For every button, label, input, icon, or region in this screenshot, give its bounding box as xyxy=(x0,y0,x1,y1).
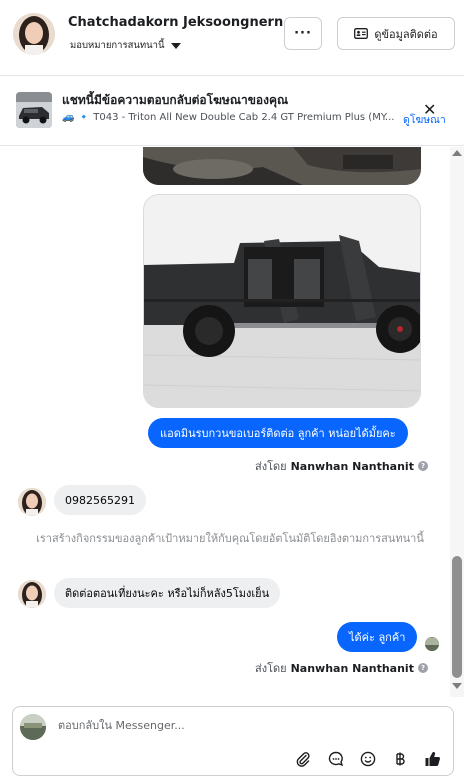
reply-input[interactable] xyxy=(58,719,418,732)
scroll-down-icon[interactable] xyxy=(452,683,462,689)
sent-by-prefix: ส่งโดย xyxy=(255,662,287,675)
info-icon[interactable]: ? xyxy=(417,663,428,673)
more-options-button[interactable]: ··· xyxy=(284,17,322,50)
assign-conversation-dropdown[interactable]: มอบหมายการสนทนานี้ xyxy=(70,38,181,53)
view-ad-link[interactable]: ดูโฆษณา xyxy=(403,111,446,128)
message-image-truck[interactable] xyxy=(143,194,421,408)
message-text: 0982565291 xyxy=(65,493,135,507)
caret-down-icon xyxy=(170,42,181,49)
assign-label: มอบหมายการสนทนานี้ xyxy=(70,40,165,51)
sent-by-label: ส่งโดย Nanwhan Nanthanit ? xyxy=(255,659,428,677)
chat-bubble-icon[interactable] xyxy=(325,748,347,770)
contact-avatar[interactable] xyxy=(13,13,55,55)
system-notice: เราสร้างกิจกรรมของลูกค้าเป้าหมายให้กับคุ… xyxy=(36,532,424,545)
customer-avatar[interactable] xyxy=(18,488,46,516)
thumbs-up-icon[interactable] xyxy=(421,748,443,770)
paperclip-icon[interactable] xyxy=(292,748,314,770)
incoming-message[interactable]: 0982565291 xyxy=(54,485,146,515)
outgoing-message[interactable]: ได้ค่ะ ลูกค้า xyxy=(337,622,418,652)
message-composer xyxy=(12,706,454,776)
ad-banner-title: แชทนี้มีข้อความตอบกลับต่อโฆษณาของคุณ xyxy=(62,93,289,107)
outgoing-message[interactable]: แอดมินรบกวนขอเบอร์ติดต่อ ลูกค้า หน่อยได้… xyxy=(148,418,408,448)
info-icon[interactable]: ? xyxy=(417,461,428,471)
scroll-up-icon[interactable] xyxy=(452,150,462,156)
conversation-header: Chatchadakorn Jeksoongnern มอบหมายการสนท… xyxy=(0,0,464,76)
scrollbar-thumb[interactable] xyxy=(452,556,462,678)
sent-by-prefix: ส่งโดย xyxy=(255,460,287,473)
message-thread[interactable]: แอดมินรบกวนขอเบอร์ติดต่อ ลูกค้า หน่อยได้… xyxy=(0,147,450,697)
ad-thumbnail[interactable] xyxy=(16,92,52,128)
sent-by-label: ส่งโดย Nanwhan Nanthanit ? xyxy=(255,457,428,475)
customer-avatar[interactable] xyxy=(18,580,46,608)
seen-avatar xyxy=(425,637,439,651)
message-text: ได้ค่ะ ลูกค้า xyxy=(349,631,406,644)
message-text: ติดต่อตอนเที่ยงนะคะ หรือไม่ก็หลัง5โมงเย็… xyxy=(65,587,270,600)
message-image-interior[interactable] xyxy=(143,147,421,185)
agent-name: Nanwhan Nanthanit xyxy=(290,661,414,675)
contact-card-icon xyxy=(354,28,369,39)
page-avatar xyxy=(20,714,46,740)
view-contact-info-button[interactable]: ดูข้อมูลติดต่อ xyxy=(337,17,455,50)
incoming-message[interactable]: ติดต่อตอนเที่ยงนะคะ หรือไม่ก็หลัง5โมงเย็… xyxy=(54,578,281,608)
more-icon: ··· xyxy=(294,26,312,41)
contact-info-label: ดูข้อมูลติดต่อ xyxy=(374,27,438,41)
baht-icon[interactable] xyxy=(389,748,411,770)
contact-name[interactable]: Chatchadakorn Jeksoongnern xyxy=(68,15,283,30)
agent-name: Nanwhan Nanthanit xyxy=(290,459,414,473)
message-text: แอดมินรบกวนขอเบอร์ติดต่อ ลูกค้า หน่อยได้… xyxy=(160,427,396,440)
emoji-icon[interactable] xyxy=(357,748,379,770)
ad-banner-subtitle: 🚙 🔹 T043 - Triton All New Double Cab 2.4… xyxy=(62,112,395,123)
